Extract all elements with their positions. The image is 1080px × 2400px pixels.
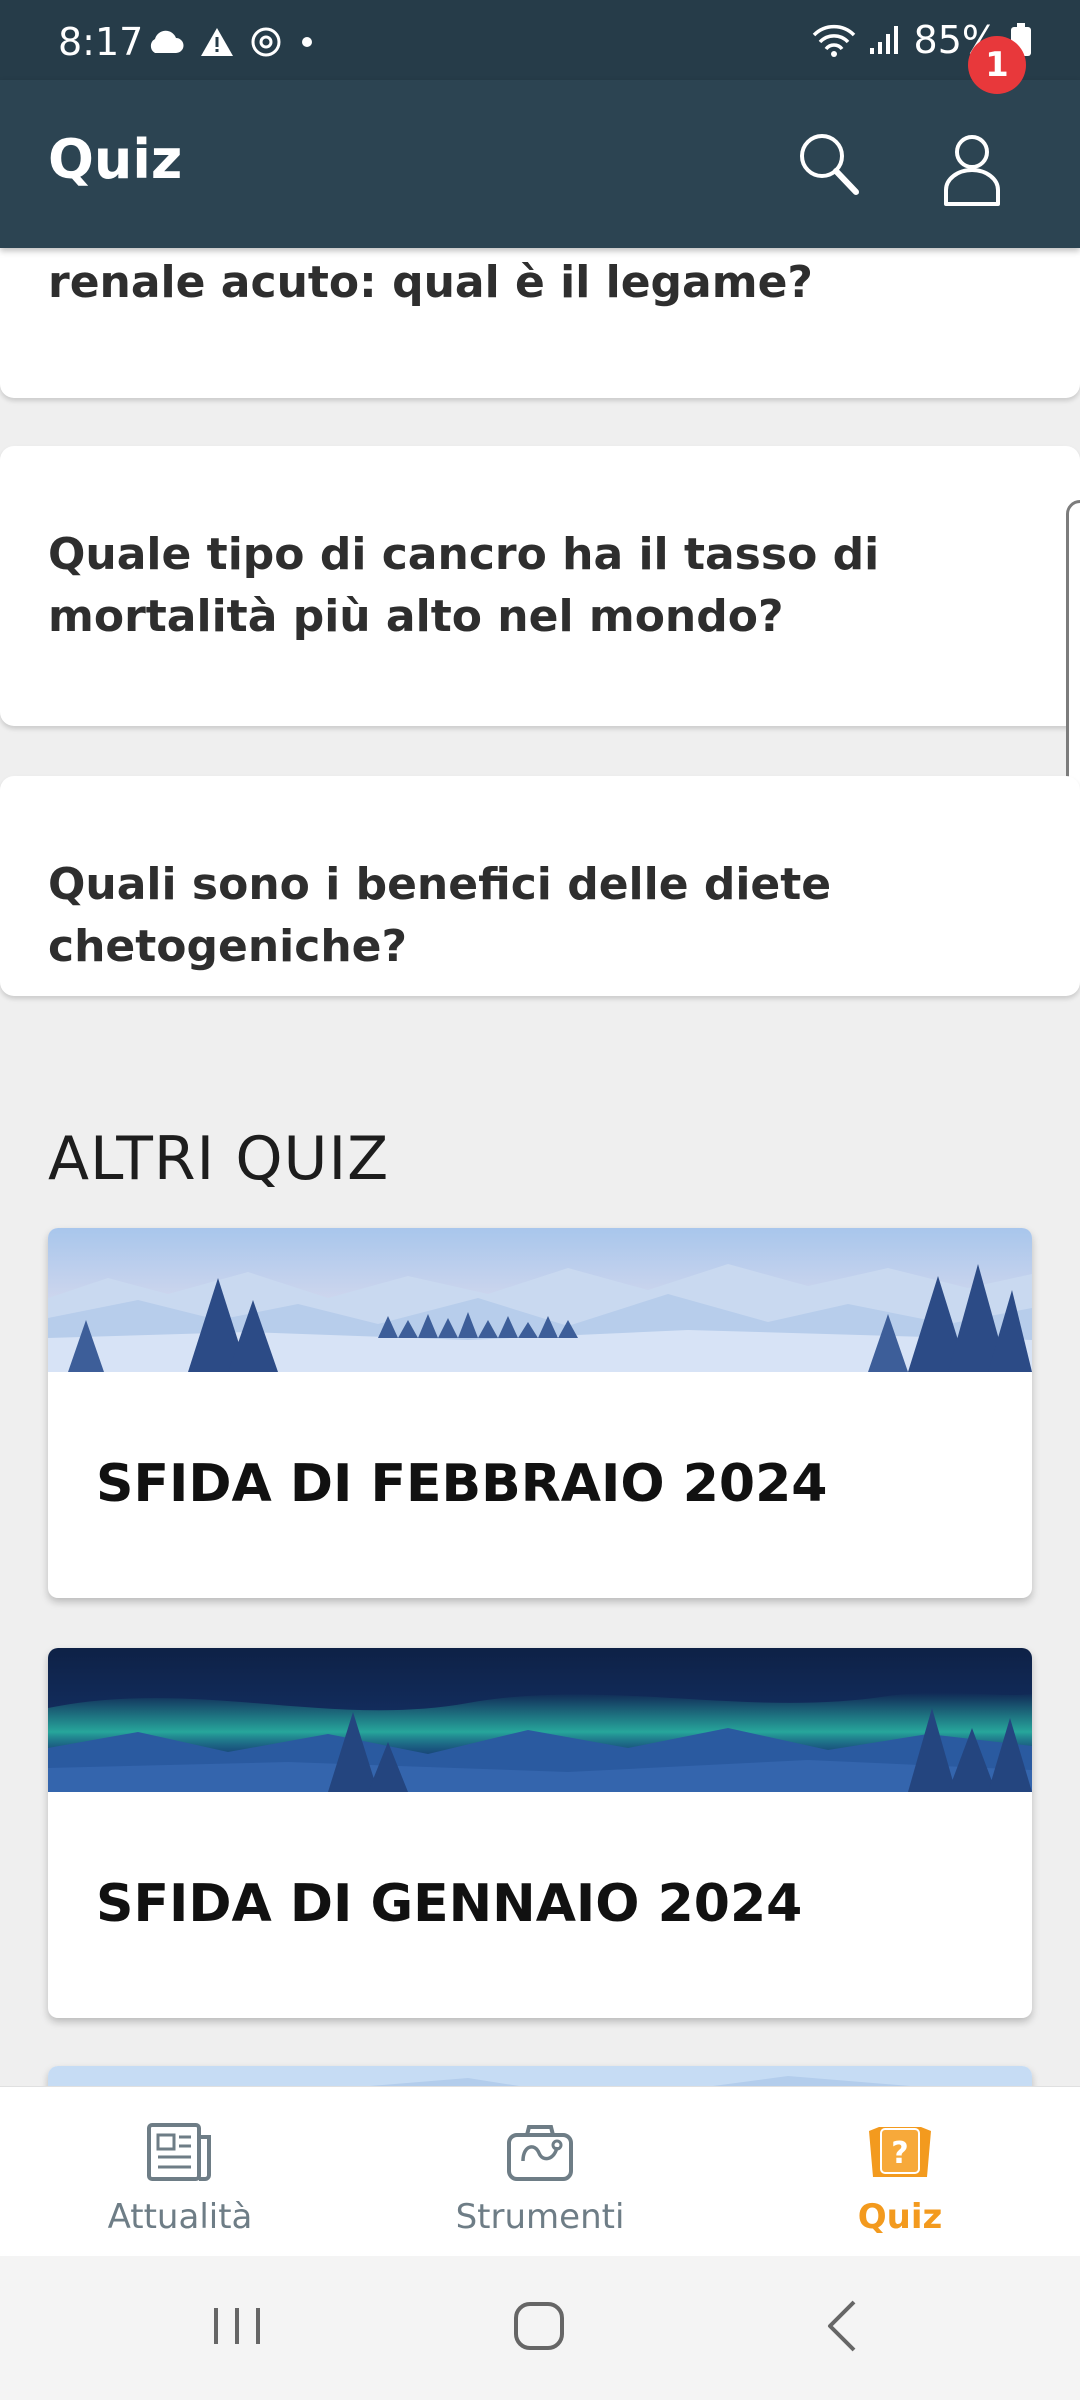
question-text: renale acuto: qual è il legame? xyxy=(48,257,813,308)
nav-label: Attualità xyxy=(107,2197,253,2237)
status-notification-icons xyxy=(145,22,317,62)
nav-item-attualita[interactable]: Attualità xyxy=(30,2087,330,2257)
dot-icon xyxy=(302,37,312,47)
challenge-card-february[interactable]: SFIDA DI FEBBRAIO 2024 xyxy=(48,1228,1032,1598)
system-navigation-bar xyxy=(0,2256,1080,2400)
svg-text:?: ? xyxy=(891,2136,908,2171)
challenge-title: SFIDA DI GENNAIO 2024 xyxy=(96,1874,803,1934)
newspaper-icon xyxy=(147,2123,211,2181)
nav-label: Quiz xyxy=(857,2197,943,2237)
aurora-landscape-banner xyxy=(48,1648,1032,1792)
winter-landscape-banner xyxy=(48,1228,1032,1372)
question-text: Quale tipo di cancro ha il tasso di mort… xyxy=(48,529,880,642)
warning-icon xyxy=(201,28,233,56)
home-button[interactable] xyxy=(494,2286,584,2366)
nav-label: Strumenti xyxy=(455,2197,625,2237)
status-time: 8:17 xyxy=(58,20,144,64)
notification-badge: 1 xyxy=(968,36,1026,94)
challenge-title: SFIDA DI FEBBRAIO 2024 xyxy=(96,1454,828,1514)
user-icon xyxy=(944,135,1000,206)
challenge-card-january[interactable]: SFIDA DI GENNAIO 2024 xyxy=(48,1648,1032,2018)
search-icon xyxy=(800,134,859,195)
status-bar: 8:17 85% xyxy=(0,0,1080,80)
wifi-icon xyxy=(812,24,855,57)
nav-item-strumenti[interactable]: Strumenti xyxy=(390,2087,690,2257)
medical-bag-icon xyxy=(507,2125,573,2181)
section-title: ALTRI QUIZ xyxy=(48,1124,390,1194)
bottom-navigation: Attualità Strumenti ? Quiz xyxy=(0,2086,1080,2256)
quiz-icon: ? xyxy=(869,2127,931,2177)
page-title: Quiz xyxy=(48,128,183,191)
recent-apps-button[interactable] xyxy=(192,2286,282,2366)
back-button[interactable] xyxy=(798,2286,888,2366)
profile-button[interactable] xyxy=(932,122,1012,212)
nav-item-quiz[interactable]: ? Quiz xyxy=(750,2087,1050,2257)
question-card[interactable]: Quali sono i benefici delle diete chetog… xyxy=(0,776,1080,996)
question-text: Quali sono i benefici delle diete chetog… xyxy=(48,859,832,972)
search-button[interactable] xyxy=(790,126,870,206)
signal-icon xyxy=(869,26,898,54)
sync-icon xyxy=(251,27,281,57)
cloud-icon xyxy=(150,30,184,53)
app-bar: Quiz xyxy=(0,80,1080,248)
question-card[interactable]: Quale tipo di cancro ha il tasso di mort… xyxy=(0,446,1080,726)
